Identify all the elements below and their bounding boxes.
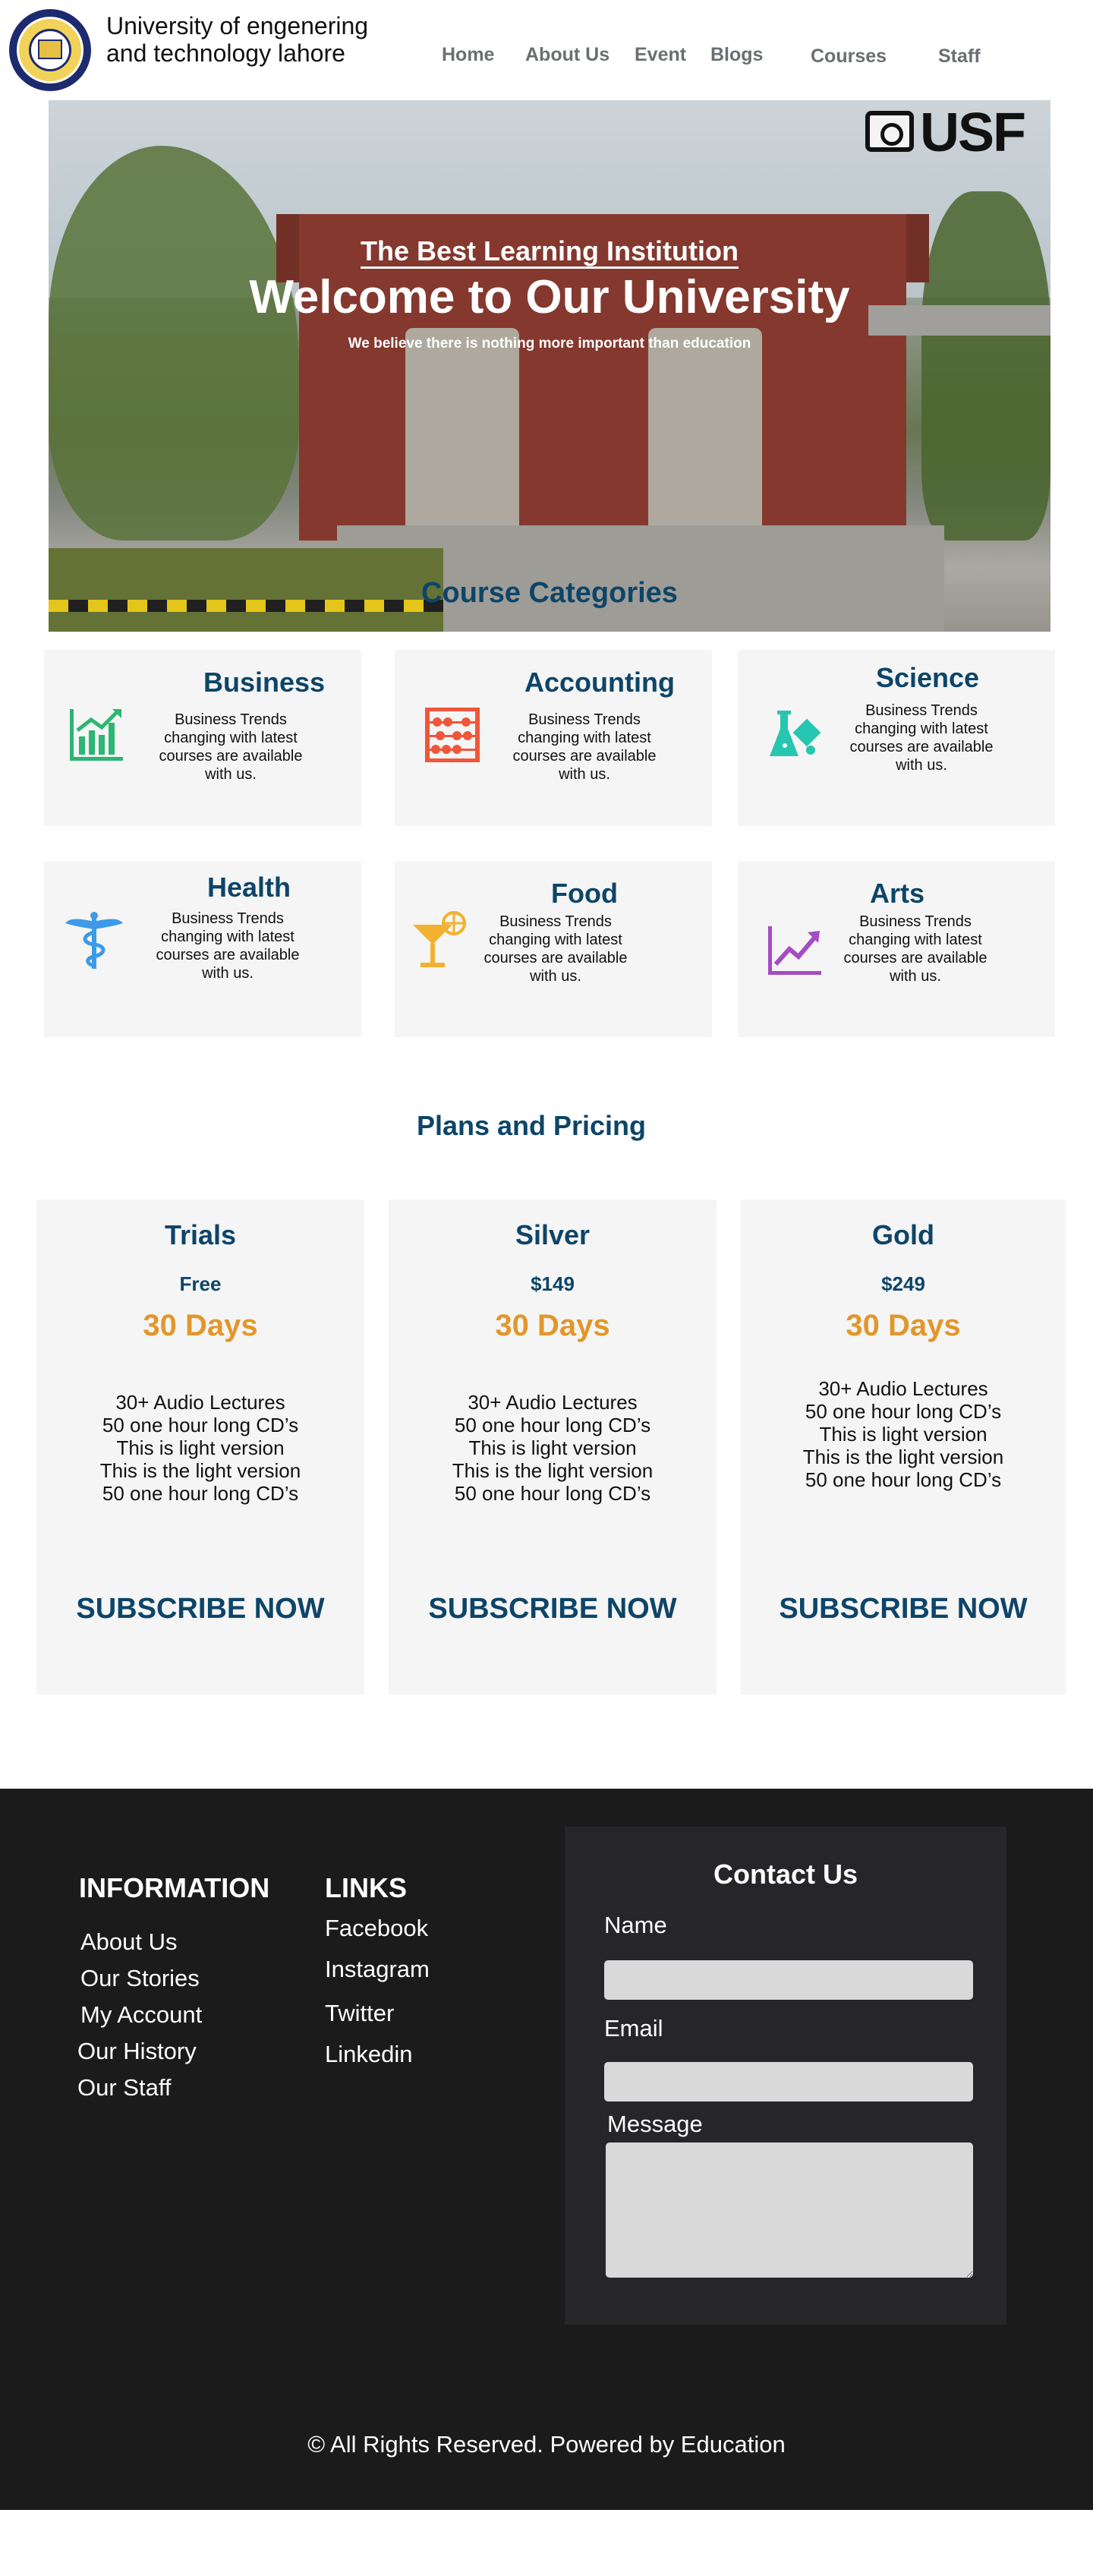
site-footer: INFORMATION About Us Our Stories My Acco… xyxy=(0,1789,1093,2510)
information-heading: INFORMATION xyxy=(79,1872,270,1903)
subscribe-button[interactable]: SUBSCRIBE NOW xyxy=(741,1593,1066,1625)
footer-link-our-history[interactable]: Our History xyxy=(77,2038,197,2065)
plan-days: 30 Days xyxy=(846,1309,961,1342)
category-title: Business xyxy=(203,667,326,698)
contact-form: Contact Us Name Email Message xyxy=(565,1827,1006,2325)
plan-features: 30+ Audio Lectures 50 one hour long CD’s… xyxy=(389,1391,717,1505)
message-label: Message xyxy=(607,2111,703,2137)
plan-feature: 30+ Audio Lectures xyxy=(115,1391,285,1414)
plan-feature: This is light version xyxy=(468,1436,637,1459)
category-desc: Business Trends changing with latest cou… xyxy=(484,913,628,985)
category-desc: Business Trends changing with latest cou… xyxy=(156,910,300,982)
category-card-health[interactable]: Health Business Trends changing with lat… xyxy=(44,861,361,1037)
site-title: University of engenering and technology … xyxy=(106,12,369,67)
course-categories-heading: Course Categories xyxy=(421,577,678,609)
footer-link-about-us[interactable]: About Us xyxy=(80,1928,178,1956)
plan-feature: This is the light version xyxy=(802,1446,1004,1468)
category-title: Health xyxy=(206,872,291,903)
plan-feature: 50 one hour long CD’s xyxy=(805,1400,1002,1423)
category-title: Accounting xyxy=(524,667,675,698)
links-heading: LINKS xyxy=(325,1872,407,1903)
plan-feature: 50 one hour long CD’s xyxy=(805,1468,1002,1491)
email-input[interactable] xyxy=(604,2062,973,2101)
plan-feature: This is the light version xyxy=(452,1459,654,1482)
copyright-text: © All Rights Reserved. Powered by Educat… xyxy=(307,2431,786,2458)
plan-price: $149 xyxy=(531,1272,575,1295)
footer-link-our-staff[interactable]: Our Staff xyxy=(77,2074,172,2101)
category-card-food[interactable]: Food Business Trends changing with lates… xyxy=(395,861,712,1037)
usf-watermark: USF xyxy=(864,102,1050,163)
footer-link-our-stories[interactable]: Our Stories xyxy=(80,1965,200,1992)
plan-feature: 30+ Audio Lectures xyxy=(468,1391,638,1414)
email-label: Email xyxy=(604,2015,663,2042)
footer-link-twitter[interactable]: Twitter xyxy=(325,2000,394,2027)
plan-days: 30 Days xyxy=(143,1309,258,1342)
category-desc: Business Trends changing with latest cou… xyxy=(512,711,657,783)
nav-event[interactable]: Event xyxy=(635,44,686,66)
plan-feature: This is the light version xyxy=(99,1459,301,1482)
category-card-accounting[interactable]: Accounting Business Trends changing with… xyxy=(395,650,712,826)
plan-feature: 50 one hour long CD’s xyxy=(454,1414,651,1436)
caduceus-icon xyxy=(65,912,123,969)
category-desc: Business Trends changing with latest cou… xyxy=(159,711,303,783)
plans-heading: Plans and Pricing xyxy=(416,1110,647,1141)
footer-link-linkedin[interactable]: Linkedin xyxy=(325,2041,412,2068)
nav-about-us[interactable]: About Us xyxy=(525,44,609,66)
nav-home[interactable]: Home xyxy=(442,44,494,66)
category-title: Arts xyxy=(869,878,925,909)
footer-link-facebook[interactable]: Facebook xyxy=(325,1915,428,1942)
plan-days: 30 Days xyxy=(495,1309,610,1342)
footer-link-instagram[interactable]: Instagram xyxy=(325,1956,430,1983)
plan-feature: 50 one hour long CD’s xyxy=(102,1414,299,1436)
category-title: Food xyxy=(551,878,618,909)
category-desc: Business Trends changing with latest cou… xyxy=(843,913,987,985)
category-card-science[interactable]: Science Business Trends changing with la… xyxy=(738,650,1055,826)
contact-title: Contact Us xyxy=(713,1859,858,1890)
category-title: Science xyxy=(875,662,980,693)
name-input[interactable] xyxy=(604,1960,973,2000)
name-label: Name xyxy=(604,1912,667,1938)
category-card-arts[interactable]: Arts Business Trends changing with lates… xyxy=(738,861,1055,1037)
hero-banner: USF The Best Learning Institution Welcom… xyxy=(49,100,1050,632)
plan-price: Free xyxy=(179,1272,222,1295)
plan-feature: 50 one hour long CD’s xyxy=(454,1482,651,1505)
abacus-icon xyxy=(425,708,480,762)
university-crest-icon[interactable] xyxy=(9,9,91,91)
message-textarea[interactable] xyxy=(606,2142,973,2278)
plan-feature: 30+ Audio Lectures xyxy=(818,1377,988,1400)
plan-card-trials: Trials Free 30 Days 30+ Audio Lectures 5… xyxy=(36,1200,364,1695)
category-desc: Business Trends changing with latest cou… xyxy=(849,702,994,774)
camera-icon xyxy=(865,111,914,152)
subscribe-button[interactable]: SUBSCRIBE NOW xyxy=(389,1593,717,1625)
hero-tagline: We believe there is nothing more importa… xyxy=(348,336,751,352)
plan-name: Silver xyxy=(515,1219,591,1250)
plan-features: 30+ Audio Lectures 50 one hour long CD’s… xyxy=(741,1377,1066,1491)
plan-card-gold: Gold $249 30 Days 30+ Audio Lectures 50 … xyxy=(741,1200,1066,1695)
nav-courses[interactable]: Courses xyxy=(811,46,887,68)
plan-card-silver: Silver $149 30 Days 30+ Audio Lectures 5… xyxy=(389,1200,717,1695)
category-card-business[interactable]: Business Business Trends changing with l… xyxy=(44,650,361,826)
nav-staff[interactable]: Staff xyxy=(938,46,981,68)
plan-features: 30+ Audio Lectures 50 one hour long CD’s… xyxy=(36,1391,364,1505)
cocktail-icon xyxy=(413,911,466,967)
footer-link-my-account[interactable]: My Account xyxy=(80,2001,202,2029)
plan-name: Trials xyxy=(164,1219,237,1250)
bar-chart-growth-icon xyxy=(70,709,123,761)
plan-name: Gold xyxy=(872,1219,934,1250)
flask-icon xyxy=(770,711,821,756)
watermark-text: USF xyxy=(920,102,1026,163)
site-header: University of engenering and technology … xyxy=(0,0,1093,99)
subscribe-button[interactable]: SUBSCRIBE NOW xyxy=(36,1593,364,1625)
hero-title: Welcome to Our University xyxy=(249,271,850,323)
nav-blogs[interactable]: Blogs xyxy=(710,44,763,66)
plan-feature: This is light version xyxy=(116,1436,285,1459)
trend-line-icon xyxy=(768,926,821,975)
plan-price: $249 xyxy=(881,1272,925,1295)
plan-feature: This is light version xyxy=(819,1423,987,1446)
plan-feature: 50 one hour long CD’s xyxy=(102,1482,299,1505)
hero-subtitle: The Best Learning Institution xyxy=(49,235,1050,269)
